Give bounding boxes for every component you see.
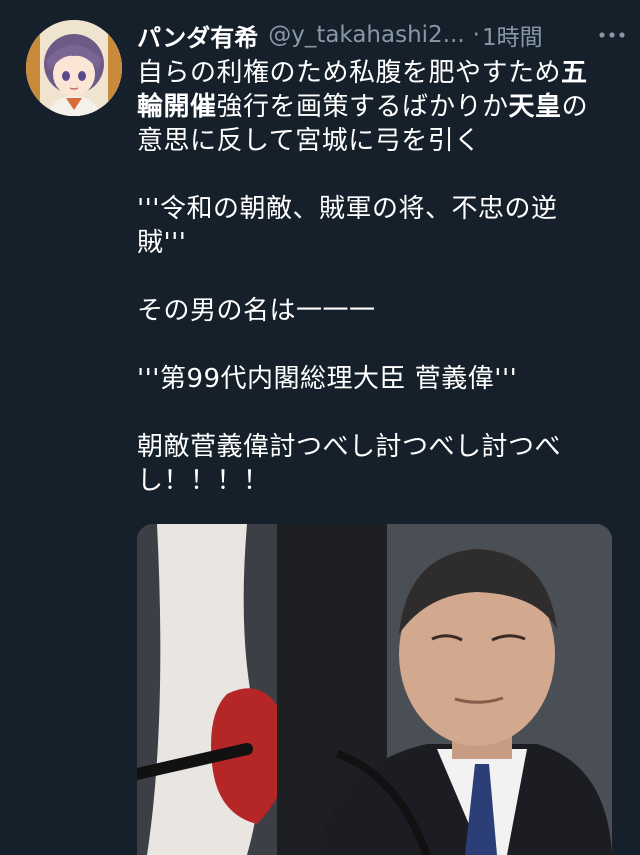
bold-text: 輪開催 <box>137 92 217 122</box>
tweet-photo[interactable] <box>137 524 612 855</box>
more-options-icon <box>599 32 625 38</box>
text-segment: 強行を画策するばかりか <box>216 92 509 122</box>
display-name[interactable]: パンダ有希 <box>137 18 258 53</box>
avatar[interactable] <box>26 20 122 116</box>
bold-text: 天皇 <box>508 92 562 122</box>
user-handle[interactable]: @y_takahashi2... <box>268 22 464 48</box>
text-segment: 自らの利権のため私腹を肥やすため <box>137 58 562 88</box>
anime-avatar-icon <box>26 20 122 116</box>
bold-text: 五 <box>561 58 588 88</box>
press-photo-image <box>137 524 612 855</box>
text-line: '''令和の朝敵、賊軍の将、不忠の逆 <box>137 194 558 224</box>
text-segment: の <box>561 92 589 122</box>
text-line: 朝敵菅義偉討つべし討つべし討つべ <box>137 432 562 462</box>
text-line: 意思に反して宮城に弓を引く <box>137 126 481 156</box>
separator-dot: · <box>472 22 480 48</box>
text-line: 自らの利権のため私腹を肥やすため五 <box>137 56 617 90</box>
text-line: し！！！！ <box>137 466 270 496</box>
text-line: '''第99代内閣総理大臣 菅義偉''' <box>137 364 518 394</box>
tweet-header: パンダ有希 @y_takahashi2... · 1時間 <box>137 16 627 54</box>
text-line: その男の名は一一一 <box>137 296 376 326</box>
more-options-button[interactable] <box>597 20 627 50</box>
timestamp[interactable]: 1時間 <box>482 18 543 52</box>
tweet-text: 自らの利権のため私腹を肥やすため五 輪開催強行を画策するばかりか天皇の 意思に反… <box>137 56 617 498</box>
tweet: パンダ有希 @y_takahashi2... · 1時間 自らの利権のため私腹を… <box>0 0 640 855</box>
text-line: 賊''' <box>137 228 187 258</box>
text-line: 輪開催強行を画策するばかりか天皇の <box>137 90 617 124</box>
